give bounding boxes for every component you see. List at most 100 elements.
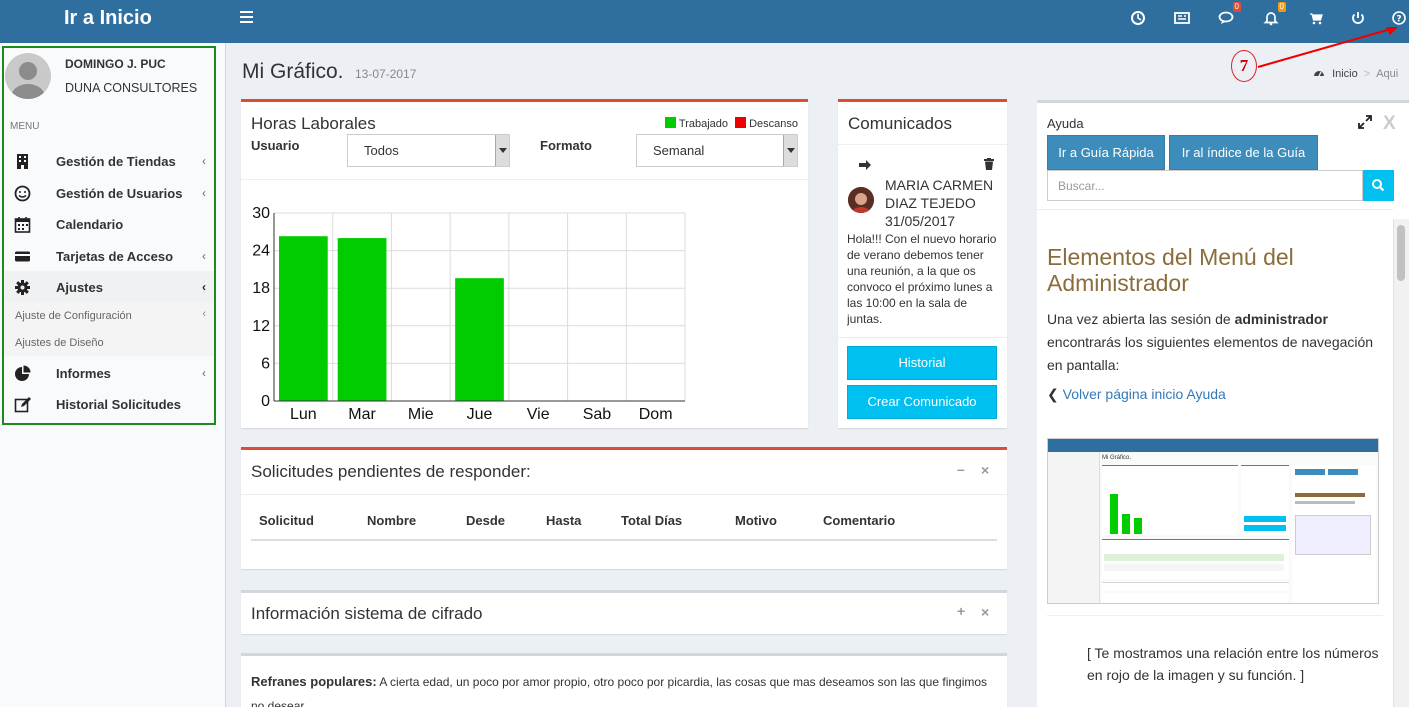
close-ayuda-button[interactable]: X — [1383, 113, 1396, 135]
help-heading: Elementos del Menú del Administrador — [1047, 244, 1294, 296]
formato-select[interactable]: Semanal — [636, 134, 798, 167]
chevron-left-icon: ‹ — [202, 186, 206, 200]
messages-icon[interactable]: 0 — [1217, 2, 1241, 29]
x-tick-label: Lun — [290, 406, 317, 423]
messages-badge: 0 — [1232, 2, 1241, 12]
scrollbar-thumb[interactable] — [1397, 225, 1405, 281]
submenu-item-configuracion[interactable]: Ajuste de Configuración ‹ — [4, 302, 214, 329]
comunicado-date: 31/05/2017 — [885, 213, 956, 229]
y-tick-label: 12 — [252, 318, 270, 335]
refranes-content: Refranes populares: A cierta edad, un po… — [251, 670, 991, 707]
forward-icon[interactable] — [858, 159, 872, 174]
box-title: Comunicados — [848, 114, 952, 133]
gear-icon — [14, 279, 31, 296]
sidebar-item-label: Ajustes — [56, 280, 103, 295]
divider — [241, 179, 808, 180]
divider — [838, 144, 1007, 145]
crear-comunicado-button[interactable]: Crear Comunicado — [847, 385, 997, 419]
home-link[interactable]: Ir a Inicio — [0, 0, 226, 43]
menu-toggle-icon[interactable] — [240, 11, 253, 23]
y-tick-label: 24 — [252, 243, 270, 260]
intro-text: Una vez abierta las sesión de — [1047, 311, 1235, 327]
newspaper-icon[interactable] — [1173, 9, 1193, 29]
usuario-select[interactable]: Todos — [347, 134, 510, 167]
chart-legend: Trabajado Descanso — [664, 117, 798, 130]
sidebar-item-informes[interactable]: Informes ‹ — [4, 357, 214, 388]
search-button[interactable] — [1363, 170, 1394, 201]
y-tick-label: 30 — [252, 205, 270, 222]
top-navbar: Ir a Inicio 0 0 ? — [0, 0, 1409, 43]
help-content: Elementos del Menú del Administrador Una… — [1037, 209, 1393, 707]
help-scrollbar[interactable] — [1393, 219, 1409, 707]
author-name: MARIA CARMEN DIAZ TEJEDO — [885, 177, 994, 211]
box-title: Horas Laborales — [251, 114, 376, 133]
submenu-item-diseno[interactable]: Ajustes de Diseño — [4, 329, 214, 356]
back-help-link[interactable]: ❮ Volver página inicio Ayuda — [1047, 386, 1226, 403]
x-tick-label: Jue — [467, 406, 493, 423]
trash-icon[interactable] — [984, 158, 994, 173]
chevron-left-icon: ‹ — [202, 366, 206, 380]
close-icon[interactable]: × — [981, 462, 989, 478]
guia-rapida-button[interactable]: Ir a Guía Rápida — [1047, 135, 1165, 170]
sidebar-item-label: Gestión de Usuarios — [56, 186, 183, 201]
x-tick-label: Mie — [408, 406, 434, 423]
legend-label-trabajado: Trabajado — [678, 118, 729, 130]
sidebar-item-tiendas[interactable]: Gestión de Tiendas ‹ — [4, 145, 214, 176]
close-icon[interactable]: × — [981, 604, 989, 620]
historial-button[interactable]: Historial — [847, 346, 997, 380]
calendar-icon — [14, 216, 31, 233]
comunicado-author: MARIA CARMEN DIAZ TEJEDO 31/05/2017 — [885, 176, 1007, 230]
refranes-label: Refranes populares: — [251, 674, 377, 689]
expand-icon[interactable] — [1358, 115, 1372, 132]
table-divider — [251, 539, 997, 541]
comunicado-text: Hola!!! Con el nuevo horario de verano d… — [847, 232, 997, 326]
back-help-link-label: Volver página inicio Ayuda — [1062, 386, 1226, 402]
hours-bar-chart: 0 6 12 18 24 30 Lun Mar Mie Jue Vie Sab Dom — [252, 205, 686, 423]
sidebar-item-tarjetas[interactable]: Tarjetas de Acceso ‹ — [4, 240, 214, 271]
author-avatar — [848, 187, 874, 213]
sidebar-item-historial[interactable]: Historial Solicitudes — [4, 388, 214, 419]
chevron-left-icon: ‹ — [202, 154, 206, 168]
sidebar-item-label: Informes — [56, 366, 111, 381]
chevron-left-icon: ‹ — [202, 280, 206, 294]
collapse-icon[interactable]: – — [957, 461, 965, 477]
chart-bar — [279, 236, 328, 401]
intro-bold: administrador — [1234, 311, 1328, 327]
ayuda-title: Ayuda — [1047, 116, 1084, 131]
y-tick-label: 0 — [261, 393, 270, 410]
ayuda-panel: Ayuda X Ir a Guía Rápida Ir al índice de… — [1037, 100, 1409, 707]
legend-swatch-trabajado — [664, 117, 676, 128]
sidebar-item-ajustes[interactable]: Ajustes ‹ — [4, 271, 214, 302]
search-icon — [1372, 179, 1385, 192]
column-header: Hasta — [546, 513, 582, 528]
y-tick-label: 6 — [261, 355, 270, 372]
column-header: Solicitud — [259, 513, 314, 528]
expand-icon[interactable]: + — [957, 603, 965, 619]
user-avatar — [5, 53, 51, 99]
refranes-box: Refranes populares: A cierta edad, un po… — [241, 653, 1007, 707]
page-date: 13-07-2017 — [355, 67, 417, 81]
sidebar-item-label: Tarjetas de Acceso — [56, 249, 174, 264]
dropdown-arrow-icon — [783, 135, 797, 166]
history-icon[interactable] — [1129, 9, 1149, 29]
y-tick-label: 18 — [252, 280, 270, 297]
user-name: DOMINGO J. PUC — [65, 57, 166, 71]
comunicados-box: Comunicados MARIA CARMEN DIAZ TEJEDO 31/… — [838, 99, 1007, 428]
smile-icon — [14, 185, 31, 202]
edit-icon — [14, 396, 31, 413]
column-header: Total Días — [621, 513, 683, 528]
annotation-arrow — [1257, 27, 1398, 68]
annotation-callout: 7 — [1231, 50, 1257, 82]
indice-guia-button[interactable]: Ir al índice de la Guía — [1169, 135, 1318, 170]
svg-text:?: ? — [1396, 15, 1401, 25]
horas-laborales-box: Horas Laborales Trabajado Descanso Usuar… — [241, 99, 808, 428]
building-icon — [14, 153, 31, 170]
sidebar-item-calendario[interactable]: Calendario — [4, 208, 214, 239]
menu-header: MENU — [10, 121, 40, 132]
chart-bar — [337, 238, 387, 401]
help-search-input[interactable]: Buscar... — [1047, 170, 1363, 201]
sidebar-item-label: Calendario — [56, 217, 124, 232]
dropdown-arrow-icon — [495, 135, 509, 166]
sidebar-item-usuarios[interactable]: Gestión de Usuarios ‹ — [4, 177, 214, 208]
solicitudes-box: Solicitudes pendientes de responder: – ×… — [241, 447, 1007, 569]
